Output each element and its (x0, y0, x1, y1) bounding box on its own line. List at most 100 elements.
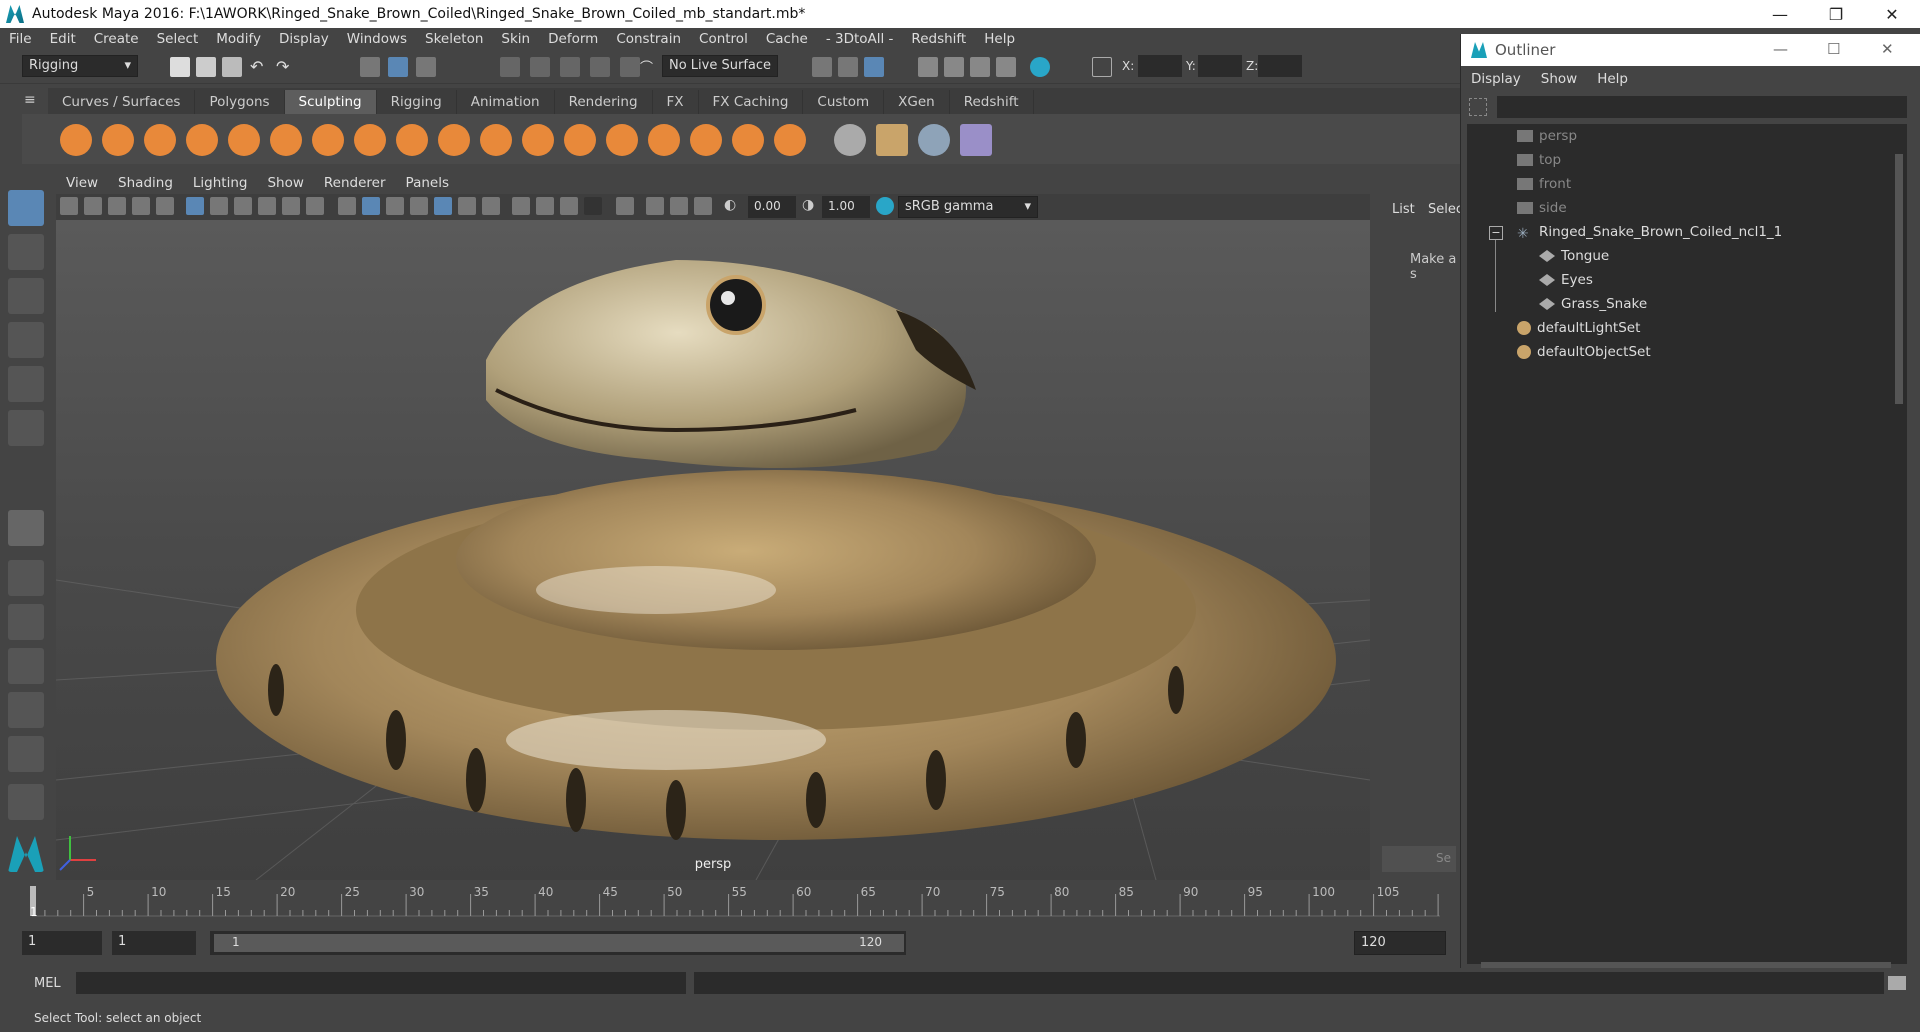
start-time-field[interactable]: 1 (22, 931, 102, 955)
smooth-tool-icon[interactable] (102, 124, 134, 156)
vp-menu-show[interactable]: Show (257, 175, 313, 191)
menu-edit[interactable]: Edit (41, 31, 85, 47)
channelbox-footer[interactable]: Se (1382, 846, 1456, 872)
time-slider[interactable]: 5 10 15 20 25 30 35 40 45 50 55 60 65 70 75 80 85 90 95 100… (0, 882, 1464, 922)
grid-icon[interactable] (186, 197, 204, 215)
vp-menu-view[interactable]: View (56, 175, 108, 191)
persp-graph-layout-icon[interactable] (8, 648, 44, 684)
depth-of-field-icon[interactable] (584, 197, 602, 215)
z-field[interactable] (1258, 55, 1302, 77)
render-globals-icon[interactable] (970, 57, 990, 77)
tab-animation[interactable]: Animation (457, 90, 555, 114)
select-hierarchy-icon[interactable] (360, 57, 380, 77)
command-input[interactable] (76, 972, 686, 994)
x-field[interactable] (1138, 55, 1182, 77)
history-icon[interactable] (812, 57, 832, 77)
fill-tool-icon[interactable] (564, 124, 596, 156)
redo-icon[interactable]: ↷ (276, 57, 296, 77)
move-tool-icon[interactable] (8, 322, 44, 358)
tree-item-default-light-set[interactable]: defaultLightSet (1517, 316, 1640, 340)
flatten-tool-icon[interactable] (270, 124, 302, 156)
tab-curves-surfaces[interactable]: Curves / Surfaces (48, 90, 196, 114)
tree-item-default-object-set[interactable]: defaultObjectSet (1517, 340, 1651, 364)
bookmark-icon[interactable] (108, 197, 126, 215)
more-layouts-icon[interactable] (8, 784, 44, 820)
bulge-tool-icon[interactable] (690, 124, 722, 156)
paint-texture-icon[interactable] (960, 124, 992, 156)
playback-start-field[interactable]: 1 (112, 931, 196, 955)
transform-mode-icon[interactable] (1092, 57, 1112, 77)
knife-tool-icon[interactable] (606, 124, 638, 156)
spray-tool-icon[interactable] (354, 124, 386, 156)
y-field[interactable] (1198, 55, 1242, 77)
isolate-select-icon[interactable] (616, 197, 634, 215)
menu-cache[interactable]: Cache (757, 31, 817, 47)
viewport-canvas[interactable]: persp (56, 220, 1370, 880)
textured-icon[interactable] (434, 197, 452, 215)
new-scene-icon[interactable] (170, 57, 190, 77)
shelf-menu-icon[interactable]: ≡ (24, 92, 36, 108)
tab-sculpting[interactable]: Sculpting (284, 90, 377, 114)
tab-redshift[interactable]: Redshift (950, 90, 1034, 114)
scale-tool-icon[interactable] (8, 410, 44, 446)
snap-grid-icon[interactable] (500, 57, 520, 77)
undo-icon[interactable]: ↶ (250, 57, 270, 77)
repeat-tool-icon[interactable] (396, 124, 428, 156)
tree-item-group[interactable]: ✳ Ringed_Snake_Brown_Coiled_ncl1_1 (1517, 220, 1782, 244)
tree-item-top[interactable]: top (1517, 148, 1561, 172)
default-material-icon[interactable] (386, 197, 404, 215)
gamma-icon[interactable]: ◑ (802, 197, 822, 217)
tree-item-persp[interactable]: persp (1517, 124, 1577, 148)
outliner-close-button[interactable]: ✕ (1881, 40, 1894, 58)
menu-skeleton[interactable]: Skeleton (416, 31, 492, 47)
select-camera-icon[interactable] (60, 197, 78, 215)
channelbox-select-tab[interactable]: Selec (1428, 202, 1463, 217)
tab-custom[interactable]: Custom (803, 90, 885, 114)
single-view-icon[interactable] (8, 510, 44, 546)
close-button[interactable]: ✕ (1864, 0, 1920, 28)
persp-outliner-layout-icon[interactable] (8, 604, 44, 640)
menu-constrain[interactable]: Constrain (607, 31, 690, 47)
ipr-render-icon[interactable] (944, 57, 964, 77)
snap-point-icon[interactable] (560, 57, 580, 77)
vp-menu-lighting[interactable]: Lighting (183, 175, 258, 191)
safe-action-icon[interactable] (306, 197, 324, 215)
outliner-vertical-scrollbar[interactable] (1895, 154, 1903, 404)
open-scene-icon[interactable] (196, 57, 216, 77)
vp-menu-panels[interactable]: Panels (396, 175, 459, 191)
range-bar[interactable]: 1 120 (214, 934, 904, 952)
script-editor-icon[interactable] (1888, 976, 1906, 990)
menu-create[interactable]: Create (85, 31, 148, 47)
vp-menu-shading[interactable]: Shading (108, 175, 183, 191)
xray-active-icon[interactable] (670, 197, 688, 215)
channelbox-list-tab[interactable]: List (1392, 202, 1415, 217)
freeze-tool-icon[interactable] (774, 124, 806, 156)
menu-3dtoall[interactable]: - 3DtoAll - (817, 31, 903, 47)
2d-pan-zoom-icon[interactable] (156, 197, 174, 215)
live-surface-field[interactable]: No Live Surface (662, 55, 778, 77)
smooth-shade-icon[interactable] (362, 197, 380, 215)
restore-button[interactable]: ❐ (1808, 0, 1864, 28)
gate-mask-icon[interactable] (258, 197, 276, 215)
render-settings-icon[interactable] (918, 57, 938, 77)
convert-to-frozen-icon[interactable] (834, 124, 866, 156)
imprint-tool-icon[interactable] (438, 124, 470, 156)
snap-curve-icon[interactable] (530, 57, 550, 77)
wax-tool-icon[interactable] (480, 124, 512, 156)
redshift-render-icon[interactable] (1030, 57, 1050, 77)
menuset-dropdown[interactable]: Rigging ▾ (22, 55, 138, 77)
snap-view-icon[interactable] (620, 57, 640, 77)
menu-select[interactable]: Select (148, 31, 208, 47)
amplify-tool-icon[interactable] (732, 124, 764, 156)
outliner-menu-display[interactable]: Display (1461, 71, 1531, 87)
outliner-minimize-button[interactable]: — (1773, 40, 1788, 58)
field-chart-icon[interactable] (282, 197, 300, 215)
color-space-dropdown[interactable]: sRGB gamma ▾ (898, 196, 1038, 218)
script-language-label[interactable]: MEL (34, 976, 61, 991)
use-lights-icon[interactable] (458, 197, 476, 215)
antialiasing-icon[interactable] (560, 197, 578, 215)
menu-skin[interactable]: Skin (492, 31, 539, 47)
rotate-tool-icon[interactable] (8, 366, 44, 402)
tab-xgen[interactable]: XGen (884, 90, 950, 114)
outliner-maximize-button[interactable]: ☐ (1827, 40, 1840, 58)
